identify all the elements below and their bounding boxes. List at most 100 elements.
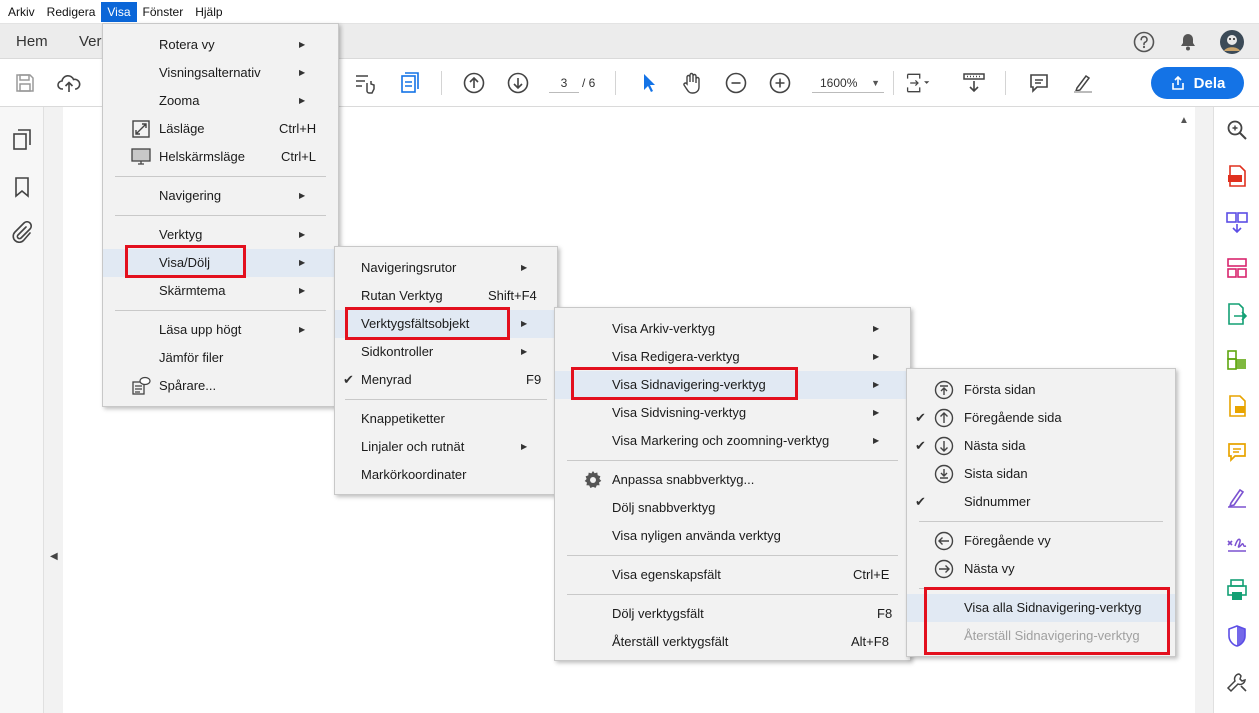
request-signature-icon[interactable]	[1224, 531, 1250, 557]
menu-item-visa-redigera-verktyg[interactable]: Visa Redigera-verktyg ▶	[555, 343, 910, 371]
submenu-arrow-icon: ▶	[299, 68, 306, 77]
protect-shield-icon[interactable]	[1224, 623, 1250, 649]
menu-item-markorkoordinater[interactable]: Markörkoordinater	[335, 461, 557, 489]
cloud-upload-icon[interactable]	[56, 70, 82, 96]
hand-tool-select-icon[interactable]	[352, 70, 378, 96]
menu-item-sista-sidan[interactable]: Sista sidan	[907, 460, 1175, 488]
avatar[interactable]	[1220, 30, 1244, 54]
visa-menu: Rotera vy ▶ Visningsalternativ ▶ Zooma ▶ Lä…	[102, 23, 339, 407]
menu-item-zooma[interactable]: Zooma ▶	[103, 87, 338, 115]
menu-item-visa-nyligen-anvanda[interactable]: Visa nyligen använda verktyg	[555, 522, 910, 550]
highlight-pen-icon[interactable]	[1070, 70, 1096, 96]
submenu-arrow-icon: ▶	[873, 408, 880, 417]
menu-separator	[115, 215, 326, 216]
menu-visa[interactable]: Visa	[101, 1, 137, 22]
menu-fonster[interactable]: Fönster	[137, 2, 190, 22]
compress-icon[interactable]	[1224, 347, 1250, 373]
export-pdf-icon[interactable]	[1224, 163, 1250, 189]
menu-item-nasta-sida[interactable]: ✔ Nästa sida	[907, 432, 1175, 460]
menu-item-nasta-vy[interactable]: Nästa vy	[907, 555, 1175, 583]
scroll-mode-icon[interactable]	[961, 70, 987, 96]
bookmark-icon[interactable]	[9, 174, 35, 200]
tab-home[interactable]: Hem	[16, 24, 48, 59]
submenu-arrow-icon: ▶	[299, 96, 306, 105]
page-total: / 6	[582, 76, 596, 90]
menu-item-sidkontroller[interactable]: Sidkontroller ▶	[335, 338, 557, 366]
menu-item-helskarmslage[interactable]: Helskärmsläge Ctrl+L	[103, 143, 338, 171]
menu-item-rotera-vy[interactable]: Rotera vy ▶	[103, 31, 338, 59]
fit-page-icon[interactable]	[905, 70, 931, 96]
menu-arkiv[interactable]: Arkiv	[2, 2, 41, 22]
document-icon[interactable]	[397, 70, 423, 96]
tab-second[interactable]: Ver	[79, 24, 102, 59]
page-number-input[interactable]: 3	[549, 73, 579, 93]
menu-item-visa-sidvisning-verktyg[interactable]: Visa Sidvisning-verktyg ▶	[555, 399, 910, 427]
more-tools-icon[interactable]	[1224, 669, 1250, 695]
menu-item-rutan-verktyg[interactable]: Rutan Verktyg Shift+F4	[335, 282, 557, 310]
menu-item-anpassa-snabbverktyg[interactable]: Anpassa snabbverktyg...	[555, 466, 910, 494]
menu-item-knappetiketter[interactable]: Knappetiketter	[335, 405, 557, 433]
menu-item-forsta-sidan[interactable]: Första sidan	[907, 376, 1175, 404]
menu-item-skarmtema[interactable]: Skärmtema ▶	[103, 277, 338, 305]
toolbar-divider	[441, 71, 442, 95]
menu-item-visa-markering-zoomning[interactable]: Visa Markering och zoomning-verktyg ▶	[555, 427, 910, 455]
zoom-select[interactable]: 1600% ▼	[812, 73, 884, 93]
save-icon[interactable]	[12, 70, 38, 96]
comment-tool-icon[interactable]	[1224, 393, 1250, 419]
menu-item-navigeringsrutor[interactable]: Navigeringsrutor ▶	[335, 254, 557, 282]
zoom-in-icon[interactable]	[767, 70, 793, 96]
menu-item-dolj-verktygsfalt[interactable]: Dölj verktygsfält F8	[555, 600, 910, 628]
menu-item-aterstall-verktygsfalt[interactable]: Återställ verktygsfält Alt+F8	[555, 628, 910, 656]
chevron-down-icon: ▼	[871, 78, 880, 88]
menu-item-navigering[interactable]: Navigering ▶	[103, 182, 338, 210]
menu-item-visa-arkiv-verktyg[interactable]: Visa Arkiv-verktyg ▶	[555, 315, 910, 343]
search-zoom-icon[interactable]	[1224, 117, 1250, 143]
menu-item-lasa-upp-hogt[interactable]: Läsa upp högt ▶	[103, 316, 338, 344]
prev-page-icon[interactable]	[461, 70, 487, 96]
menu-hjalp[interactable]: Hjälp	[189, 2, 228, 22]
share-icon	[1171, 75, 1184, 90]
menu-item-linjaler-och-rutnat[interactable]: Linjaler och rutnät ▶	[335, 433, 557, 461]
menu-item-verktygsfaltsobjekt[interactable]: Verktygsfältsobjekt ▶	[335, 310, 557, 338]
menu-item-verktyg[interactable]: Verktyg ▶	[103, 221, 338, 249]
menu-item-sparare[interactable]: Spårare...	[103, 372, 338, 400]
menu-item-visa-egenskapsfalt[interactable]: Visa egenskapsfält Ctrl+E	[555, 561, 910, 589]
menu-item-menyrad[interactable]: ✔ Menyrad F9	[335, 366, 557, 394]
menu-separator	[567, 460, 898, 461]
pointer-icon[interactable]	[635, 70, 661, 96]
menu-item-foregaende-sida[interactable]: ✔ Föregående sida	[907, 404, 1175, 432]
help-icon[interactable]	[1132, 30, 1156, 54]
collapse-left-icon[interactable]: ◀	[50, 551, 58, 562]
fill-sign-icon[interactable]	[1224, 485, 1250, 511]
menu-redigera[interactable]: Redigera	[41, 2, 102, 22]
menu-item-visa-alla-sidnavigering[interactable]: Visa alla Sidnavigering-verktyg	[907, 594, 1175, 622]
zoom-out-icon[interactable]	[723, 70, 749, 96]
attachment-icon[interactable]	[9, 219, 35, 245]
vertical-scrollbar[interactable]: ▲	[1173, 107, 1195, 713]
print-production-icon[interactable]	[1224, 577, 1250, 603]
combine-files-icon[interactable]	[1224, 209, 1250, 235]
menu-item-sidnummer[interactable]: ✔ Sidnummer	[907, 488, 1175, 516]
export-file-icon[interactable]	[1224, 301, 1250, 327]
menu-item-visa-sidnavigering-verktyg[interactable]: Visa Sidnavigering-verktyg ▶	[555, 371, 910, 399]
comment-icon[interactable]	[1026, 70, 1052, 96]
next-page-icon[interactable]	[505, 70, 531, 96]
menu-item-laslage[interactable]: Läsläge Ctrl+H	[103, 115, 338, 143]
pages-icon[interactable]	[9, 127, 35, 153]
bell-icon[interactable]	[1176, 30, 1200, 54]
menu-item-aterstall-sidnavigering: Återställ Sidnavigering-verktyg	[964, 628, 1140, 643]
menu-item-foregaende-vy[interactable]: Föregående vy	[907, 527, 1175, 555]
note-icon[interactable]	[1224, 439, 1250, 465]
submenu-arrow-icon: ▶	[521, 442, 528, 451]
menu-item-visningsalternativ[interactable]: Visningsalternativ ▶	[103, 59, 338, 87]
organize-pages-icon[interactable]	[1224, 255, 1250, 281]
hand-icon[interactable]	[679, 70, 705, 96]
next-view-icon	[934, 559, 954, 579]
menu-item-visa-dolj[interactable]: Visa/Dölj ▶	[103, 249, 338, 277]
menu-item-dolj-snabbverktyg[interactable]: Dölj snabbverktyg	[555, 494, 910, 522]
menu-item-jamfor-filer[interactable]: Jämför filer	[103, 344, 338, 372]
toolbar-divider	[893, 71, 894, 95]
scroll-up-icon[interactable]: ▲	[1179, 115, 1189, 126]
menu-separator	[115, 176, 326, 177]
share-button[interactable]: Dela	[1151, 67, 1244, 99]
